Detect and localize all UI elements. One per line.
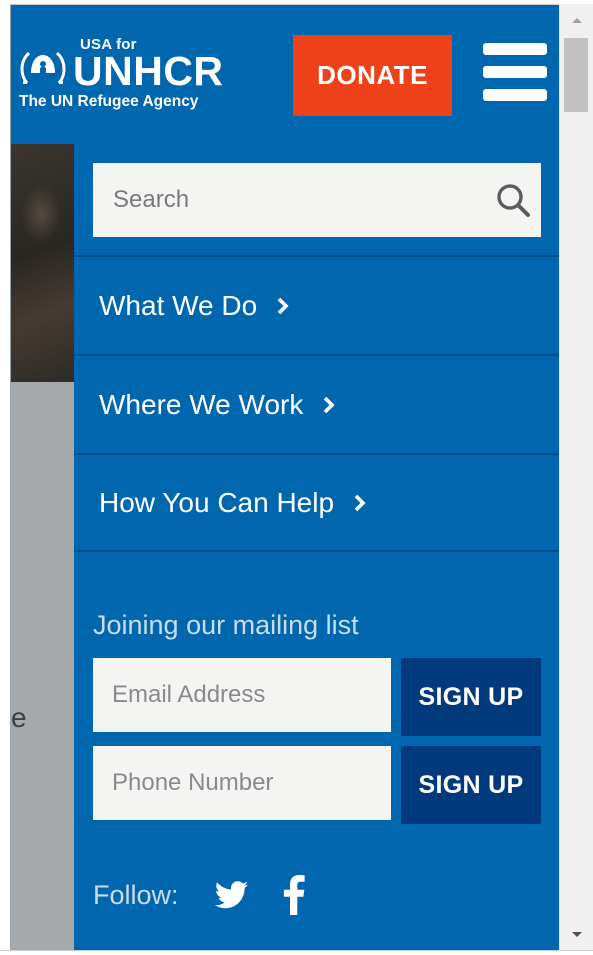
hamburger-menu-icon[interactable] xyxy=(483,43,551,101)
twitter-icon[interactable] xyxy=(214,881,249,909)
vertical-scrollbar[interactable] xyxy=(559,4,593,950)
phone-signup-button[interactable]: SIGN UP xyxy=(401,746,541,824)
mailing-list-label: Joining our mailing list xyxy=(93,610,359,640)
phone-signup-row: SIGN UP xyxy=(93,746,541,824)
follow-label: Follow: xyxy=(93,879,179,910)
page-frame-left xyxy=(0,0,11,955)
search-icon[interactable] xyxy=(495,182,531,218)
background-hero-photo xyxy=(11,144,74,382)
scrollbar-thumb[interactable] xyxy=(564,38,588,112)
background-content-area: e xyxy=(11,382,74,950)
email-signup-row: SIGN UP xyxy=(93,658,541,736)
nav-item-where-we-work[interactable]: Where We Work xyxy=(74,354,559,453)
nav-item-how-you-can-help[interactable]: How You Can Help xyxy=(74,453,559,552)
nav-item-what-we-do[interactable]: What We Do xyxy=(74,255,559,354)
hamburger-bar xyxy=(483,89,547,101)
unhcr-emblem-icon xyxy=(20,51,66,84)
donate-button[interactable]: DONATE xyxy=(293,35,452,116)
chevron-right-icon xyxy=(324,396,335,413)
follow-row: Follow: xyxy=(93,874,305,916)
scroll-up-arrow-icon[interactable] xyxy=(560,6,593,33)
nav-item-label: What We Do xyxy=(99,289,258,321)
email-field[interactable] xyxy=(93,658,391,732)
nav-item-label: How You Can Help xyxy=(99,486,335,518)
site-header: USA for UNHCR The UN Refugee Agency DONA… xyxy=(11,5,559,144)
facebook-icon[interactable] xyxy=(283,875,305,915)
search-input[interactable] xyxy=(93,163,483,237)
search-box xyxy=(93,163,541,237)
hamburger-bar xyxy=(483,43,547,55)
scroll-down-arrow-icon[interactable] xyxy=(560,921,593,948)
mobile-nav-panel: What We Do Where We Work How You Can Hel… xyxy=(74,144,559,950)
logo-name: UNHCR xyxy=(73,48,224,94)
background-partial-text: e xyxy=(11,702,27,733)
nav-list: What We Do Where We Work How You Can Hel… xyxy=(74,255,559,552)
unhcr-logo[interactable]: USA for UNHCR The UN Refugee Agency xyxy=(17,35,242,115)
logo-tagline: The UN Refugee Agency xyxy=(19,93,199,110)
nav-item-label: Where We Work xyxy=(99,388,304,420)
page-frame-bottom xyxy=(0,950,593,955)
chevron-right-icon xyxy=(354,494,366,511)
chevron-right-icon xyxy=(277,297,289,314)
phone-field[interactable] xyxy=(93,746,391,820)
email-signup-button[interactable]: SIGN UP xyxy=(401,658,541,736)
hamburger-bar xyxy=(483,66,547,78)
